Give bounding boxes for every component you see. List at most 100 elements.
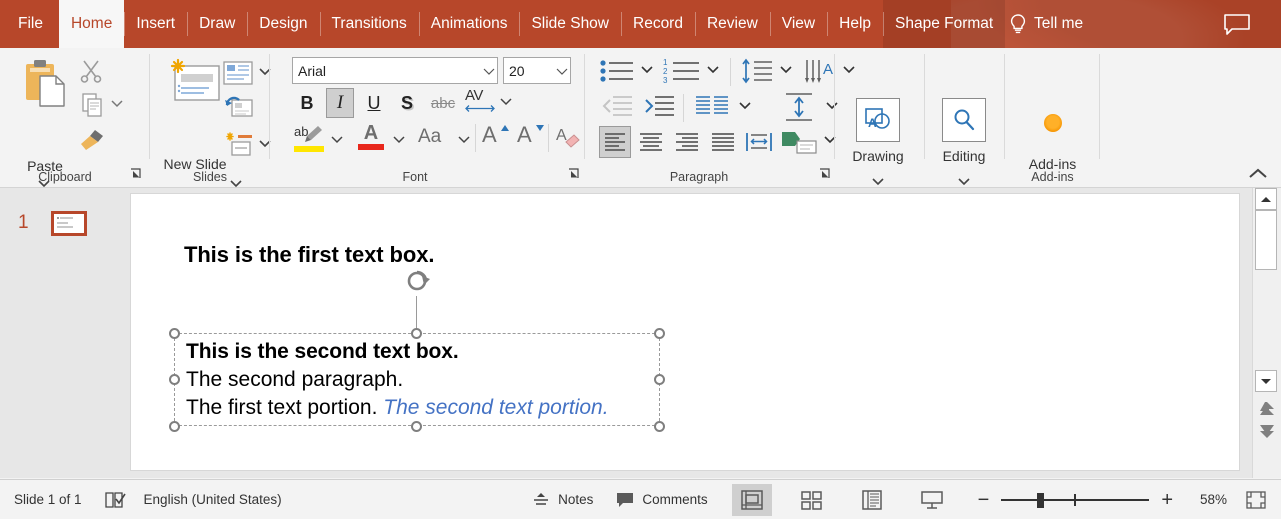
first-text-box[interactable]: This is the first text box.	[184, 242, 434, 268]
reset-slide-button[interactable]	[224, 94, 254, 122]
tab-home[interactable]: Home	[58, 0, 125, 48]
line-spacing-button[interactable]	[740, 58, 774, 84]
scroll-up-button[interactable]	[1255, 188, 1277, 210]
zoom-in-button[interactable]: +	[1161, 490, 1173, 510]
font-family-dropdown-arrow[interactable]	[481, 67, 497, 75]
clipboard-dialog-launcher[interactable]	[128, 167, 142, 181]
align-text-button[interactable]	[783, 92, 815, 122]
increase-indent-button[interactable]	[643, 94, 675, 118]
text-highlight-button[interactable]: ab	[292, 122, 326, 156]
justify-button[interactable]	[707, 126, 739, 158]
scroll-down-button[interactable]	[1255, 370, 1277, 392]
character-spacing-dropdown-arrow[interactable]	[499, 96, 513, 106]
tab-draw[interactable]: Draw	[187, 0, 247, 48]
scrollbar-thumb[interactable]	[1255, 210, 1277, 270]
align-right-button[interactable]	[671, 126, 703, 158]
decrease-font-size-button[interactable]: A	[517, 122, 544, 148]
zoom-out-button[interactable]: −	[978, 490, 990, 510]
align-center-button[interactable]	[635, 126, 667, 158]
change-case-button[interactable]: Aa	[418, 126, 441, 148]
fit-slide-button[interactable]	[1245, 490, 1267, 510]
align-left-button[interactable]	[599, 126, 631, 158]
resize-handle-middle-right[interactable]	[654, 374, 665, 385]
slide-indicator[interactable]: Slide 1 of 1	[14, 492, 82, 507]
next-slide-button[interactable]	[1258, 422, 1276, 440]
resize-handle-top-left[interactable]	[169, 328, 180, 339]
distributed-button[interactable]	[743, 126, 775, 158]
previous-slide-button[interactable]	[1258, 400, 1276, 418]
tab-view[interactable]: View	[769, 0, 827, 48]
paragraph-dialog-launcher[interactable]	[817, 167, 831, 181]
tab-file[interactable]: File	[0, 0, 59, 48]
font-family-input[interactable]: Arial	[292, 57, 498, 84]
underline-button[interactable]: U	[362, 90, 386, 116]
paste-button[interactable]	[14, 56, 76, 116]
resize-handle-bottom-center[interactable]	[411, 421, 422, 432]
comments-status-button[interactable]: Comments	[615, 491, 708, 509]
numbering-button[interactable]: 1 2 3	[663, 58, 701, 84]
font-size-input[interactable]: 20	[503, 57, 571, 84]
tell-me-button[interactable]: Tell me	[1008, 0, 1083, 48]
format-painter-button[interactable]	[78, 126, 106, 152]
comments-button[interactable]	[1222, 0, 1252, 48]
tab-shape-format[interactable]: Shape Format	[883, 0, 1006, 48]
line-spacing-dropdown-arrow[interactable]	[779, 64, 793, 74]
tab-animations[interactable]: Animations	[418, 0, 520, 48]
bold-button[interactable]: B	[295, 90, 319, 116]
reading-view-button[interactable]	[852, 484, 892, 516]
bullets-button[interactable]	[599, 58, 635, 84]
vertical-scrollbar[interactable]	[1252, 188, 1281, 478]
tab-slide-show[interactable]: Slide Show	[519, 0, 621, 48]
slide-sorter-button[interactable]	[792, 484, 832, 516]
strikethrough-button[interactable]: abc	[425, 94, 461, 114]
columns-dropdown-arrow[interactable]	[738, 100, 752, 110]
bullets-dropdown-arrow[interactable]	[640, 64, 654, 74]
convert-to-smartart-button[interactable]	[781, 128, 817, 156]
collapse-ribbon-button[interactable]	[1247, 167, 1269, 181]
rotation-handle[interactable]	[404, 268, 432, 296]
increase-font-size-button[interactable]: A	[482, 122, 509, 148]
tab-record[interactable]: Record	[621, 0, 695, 48]
resize-handle-bottom-left[interactable]	[169, 421, 180, 432]
font-color-dropdown-arrow[interactable]	[392, 134, 406, 144]
tab-insert[interactable]: Insert	[124, 0, 187, 48]
zoom-slider[interactable]	[1001, 492, 1150, 508]
accessibility-check-button[interactable]	[104, 490, 126, 510]
slide-canvas[interactable]	[130, 193, 1240, 471]
language-indicator[interactable]: English (United States)	[144, 492, 282, 507]
slide-show-button[interactable]	[912, 484, 952, 516]
resize-handle-middle-left[interactable]	[169, 374, 180, 385]
slide-layout-button[interactable]	[222, 60, 254, 86]
drawing-button[interactable]: A Drawing	[841, 98, 915, 164]
italic-button[interactable]: I	[326, 88, 354, 118]
drawing-dropdown-arrow[interactable]	[871, 176, 885, 186]
font-size-dropdown-arrow[interactable]	[554, 67, 570, 75]
clear-formatting-button[interactable]: A	[554, 124, 582, 152]
font-color-button[interactable]: A	[358, 122, 384, 150]
zoom-level[interactable]: 58%	[1189, 492, 1227, 507]
editing-dropdown-arrow[interactable]	[957, 176, 971, 186]
zoom-slider-knob[interactable]	[1037, 492, 1045, 508]
normal-view-button[interactable]	[731, 483, 772, 516]
resize-handle-bottom-right[interactable]	[654, 421, 665, 432]
character-spacing-button[interactable]: AV	[465, 88, 495, 113]
columns-button[interactable]	[695, 94, 729, 118]
copy-dropdown-arrow[interactable]	[110, 98, 124, 108]
tab-help[interactable]: Help	[827, 0, 883, 48]
text-highlight-dropdown-arrow[interactable]	[330, 134, 344, 144]
new-slide-button[interactable]	[164, 58, 226, 114]
notes-button[interactable]: Notes	[531, 491, 593, 509]
section-button[interactable]	[224, 132, 254, 160]
copy-button[interactable]	[80, 92, 104, 118]
resize-handle-top-center[interactable]	[411, 328, 422, 339]
slide-thumbnail-1[interactable]	[51, 211, 87, 236]
font-dialog-launcher[interactable]	[566, 167, 580, 181]
editing-button[interactable]: Editing	[927, 98, 1001, 164]
tab-transitions[interactable]: Transitions	[319, 0, 419, 48]
tab-review[interactable]: Review	[694, 0, 770, 48]
resize-handle-top-right[interactable]	[654, 328, 665, 339]
numbering-dropdown-arrow[interactable]	[706, 64, 720, 74]
change-case-dropdown-arrow[interactable]	[457, 134, 471, 144]
decrease-indent-button[interactable]	[601, 94, 633, 118]
tab-design[interactable]: Design	[247, 0, 319, 48]
